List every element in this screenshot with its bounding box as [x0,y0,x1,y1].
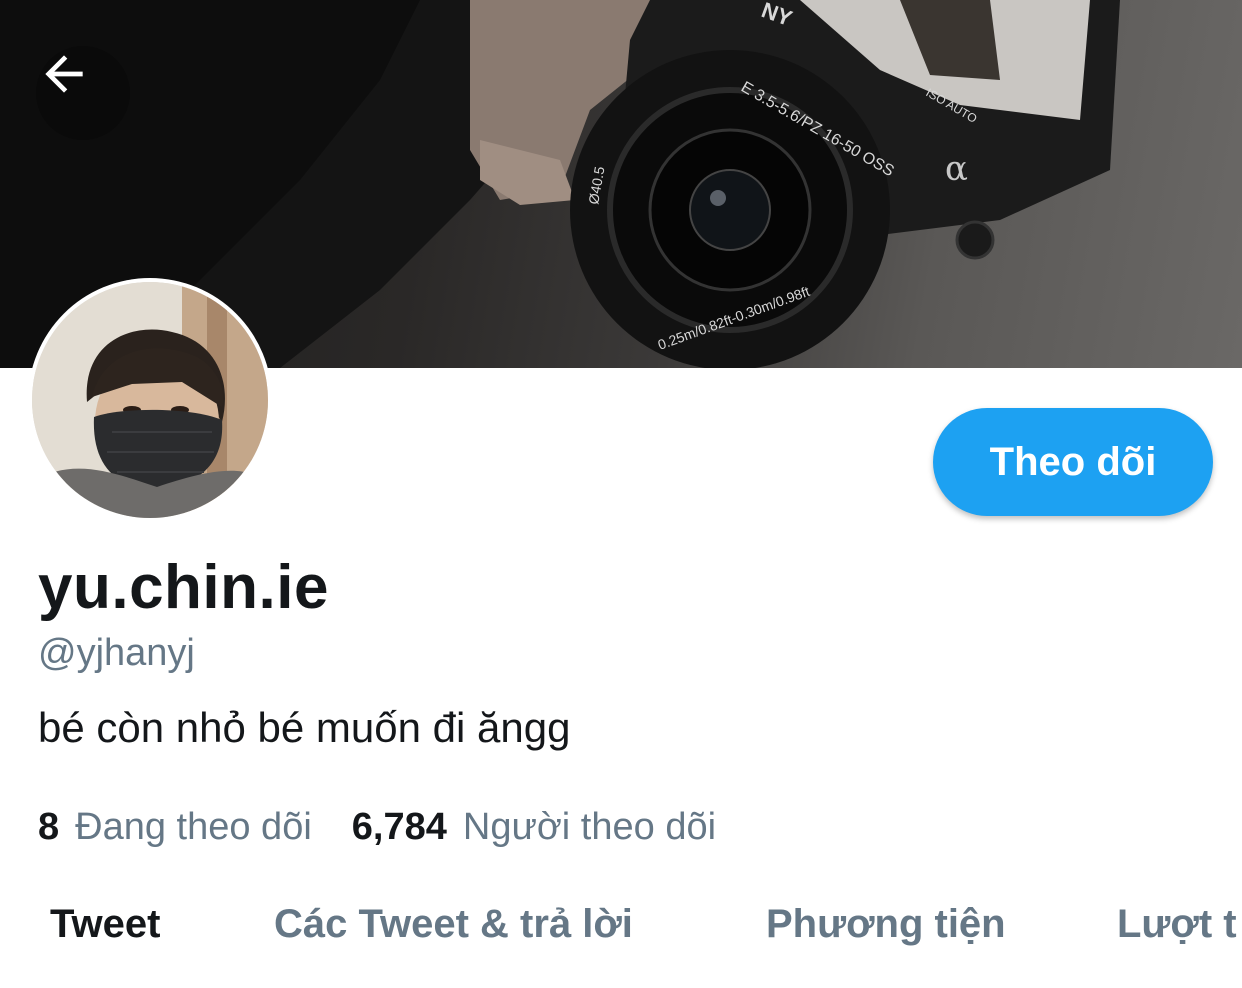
back-button[interactable] [36,46,130,140]
profile-tabs: Tweet Các Tweet & trả lời Phương tiện Lư… [0,896,1242,966]
follow-button[interactable]: Theo dõi [933,408,1213,516]
follow-button-label: Theo dõi [989,439,1157,484]
tab-media[interactable]: Phương tiện [766,902,1006,947]
tab-tweets-replies[interactable]: Các Tweet & trả lời [274,902,633,947]
following-stat[interactable]: 8 Đang theo dõi [38,806,312,849]
svg-text:α: α [945,149,968,189]
avatar[interactable] [28,278,272,522]
display-name: yu.chin.ie [38,553,329,622]
tab-likes[interactable]: Lượt t [1117,902,1237,947]
tab-tweets[interactable]: Tweet [50,902,160,947]
followers-stat[interactable]: 6,784 Người theo dõi [352,806,716,849]
following-label: Đang theo dõi [75,806,312,848]
arrow-left-icon [45,55,83,93]
following-count: 8 [38,806,60,848]
avatar-photo [32,282,268,518]
profile-bio: bé còn nhỏ bé muốn đi ăngg [38,704,571,751]
user-handle: @yjhanyj [38,632,195,674]
followers-label: Người theo dõi [462,806,717,848]
followers-count: 6,784 [351,806,447,848]
profile-stats: 8 Đang theo dõi 6,784 Người theo dõi [38,806,756,849]
